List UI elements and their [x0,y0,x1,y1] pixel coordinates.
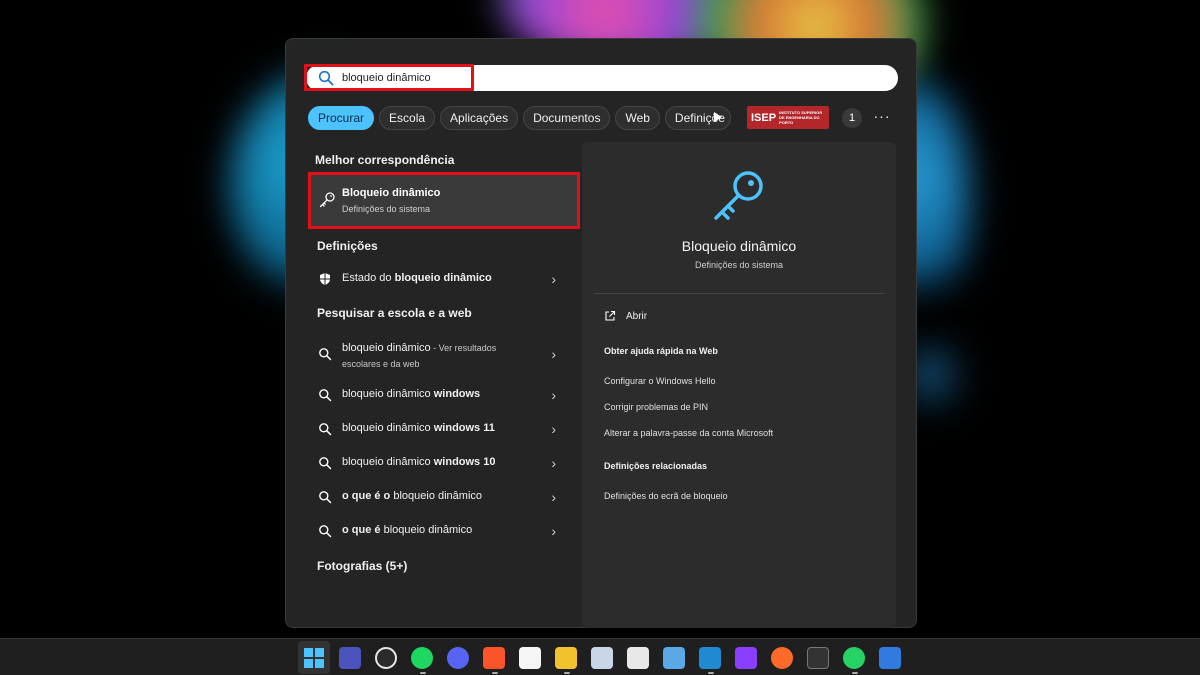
more-options-button[interactable]: ··· [872,107,892,127]
tab-web[interactable]: Web [615,106,660,130]
play-icon[interactable] [714,112,722,122]
web-result-1-label: bloqueio dinâmico - Ver resultados escol… [342,340,532,372]
web-result-3-label: bloqueio dinâmico windows 11 [342,422,495,434]
web-result-4-label: bloqueio dinâmico windows 10 [342,456,495,468]
related-settings-heading: Definições relacionadas [604,461,708,471]
web-result-5[interactable]: o que é o bloqueio dinâmico › [310,482,570,512]
tab-escola[interactable]: Escola [379,106,436,130]
isep-logo-text: ISEP [751,111,777,124]
web-result-1[interactable]: bloqueio dinâmico - Ver resultados escol… [310,336,570,372]
web-result-3[interactable]: bloqueio dinâmico windows 11 › [310,414,570,444]
running-indicator [564,672,570,674]
preview-divider [594,293,884,294]
start-search-panel: Procurar Escola Aplicações Documentos We… [285,38,917,628]
best-match-highlight-box [308,172,580,229]
isep-logo-badge[interactable]: ISEP INSTITUTO SUPERIOR DE ENGENHARIA DO … [747,106,829,129]
search-filter-tabs: Procurar Escola Aplicações Documentos We… [308,106,731,130]
chevron-right-icon[interactable]: › [551,489,556,505]
running-indicator [492,672,498,674]
shield-icon [320,273,330,285]
settings-result-label-plain: Estado do [342,272,395,284]
chevron-right-icon[interactable]: › [551,523,556,539]
running-indicator [420,672,426,674]
web-result-5-bold: o que é o [342,490,391,502]
chevron-right-icon[interactable]: › [551,271,556,287]
settings-result-estado[interactable]: Estado do bloqueio dinâmico › [310,264,570,294]
taskbar [0,638,1200,675]
search-highlight-box [304,64,474,91]
web-help-heading: Obter ajuda rápida na Web [604,346,718,356]
brave-icon[interactable] [483,647,505,669]
chevron-right-icon[interactable]: › [551,346,556,362]
key-icon [714,171,763,220]
chevron-right-icon[interactable]: › [551,455,556,471]
preview-title: Bloqueio dinâmico [681,238,797,254]
tab-aplicacoes[interactable]: Aplicações [440,106,519,130]
search-icon [319,457,332,470]
file-explorer-icon[interactable] [555,647,577,669]
web-result-4[interactable]: bloqueio dinâmico windows 10 › [310,448,570,478]
search-icon [319,423,332,436]
keyboard-icon[interactable] [879,647,901,669]
discord-icon[interactable] [447,647,469,669]
postman-icon[interactable] [771,647,793,669]
jetbrains-icon[interactable] [735,647,757,669]
best-match-heading: Melhor correspondência [315,153,455,167]
teams-icon[interactable] [339,647,361,669]
photos-heading[interactable]: Fotografias (5+) [317,559,407,573]
search-icon [319,525,332,538]
isep-logo-subtext: INSTITUTO SUPERIOR DE ENGENHARIA DO PORTO [779,110,829,125]
web-result-2-label: bloqueio dinâmico windows [342,388,480,400]
search-icon [319,491,332,504]
notion-icon[interactable] [519,647,541,669]
help-link-password[interactable]: Alterar a palavra-passe da conta Microso… [604,428,773,438]
web-result-2-plain: bloqueio dinâmico [342,388,434,400]
web-result-3-plain: bloqueio dinâmico [342,422,434,434]
tab-procurar[interactable]: Procurar [308,106,375,130]
tab-documentos[interactable]: Documentos [523,106,611,130]
whatsapp-icon[interactable] [843,647,865,669]
settings-result-label: Estado do bloqueio dinâmico [342,272,492,284]
search-icon [319,389,332,402]
web-result-4-bold: windows 10 [433,456,496,468]
web-result-2-bold: windows [433,388,481,400]
result-preview-pane: Bloqueio dinâmico Definições do sistema … [582,142,896,628]
running-indicator [852,672,858,674]
related-link-lock-screen[interactable]: Definições do ecrã de bloqueio [604,491,728,501]
terminal-icon[interactable] [807,647,829,669]
help-link-pin[interactable]: Corrigir problemas de PIN [604,402,708,412]
web-result-5-plain: bloqueio dinâmico [390,490,483,502]
web-result-6-plain: bloqueio dinâmico [380,524,473,536]
web-search-heading: Pesquisar a escola e a web [317,306,472,320]
open-label: Abrir [626,311,648,322]
browser-icon[interactable] [375,647,397,669]
web-result-6-label: o que é bloqueio dinâmico [342,524,472,536]
notification-count-badge[interactable]: 1 [842,108,862,128]
snipping-tool-icon[interactable] [627,647,649,669]
web-result-2[interactable]: bloqueio dinâmico windows › [310,380,570,410]
chevron-right-icon[interactable]: › [551,421,556,437]
isep-logo-subtext-line-2: DE ENGENHARIA DO PORTO [779,115,820,125]
open-external-icon [605,310,616,321]
web-result-4-plain: bloqueio dinâmico [342,456,434,468]
help-link-windows-hello[interactable]: Configurar o Windows Hello [604,376,716,386]
paint-icon[interactable] [591,647,613,669]
spotify-icon[interactable] [411,647,433,669]
web-result-6[interactable]: o que é bloqueio dinâmico › [310,516,570,546]
settings-result-label-bold: bloqueio dinâmico [394,272,492,284]
vscode-icon[interactable] [699,647,721,669]
search-icon [319,348,332,361]
web-result-1-text: bloqueio dinâmico [342,342,431,354]
web-result-6-bold: o que é [342,524,381,536]
notepad-icon[interactable] [663,647,685,669]
running-indicator [708,672,714,674]
windows-logo-icon [304,648,324,668]
chevron-right-icon[interactable]: › [551,387,556,403]
settings-heading: Definições [317,239,378,253]
web-result-5-label: o que é o bloqueio dinâmico [342,490,482,502]
preview-subtitle: Definições do sistema [694,260,784,270]
web-result-3-bold: windows 11 [433,422,495,434]
start-button[interactable] [298,641,330,674]
